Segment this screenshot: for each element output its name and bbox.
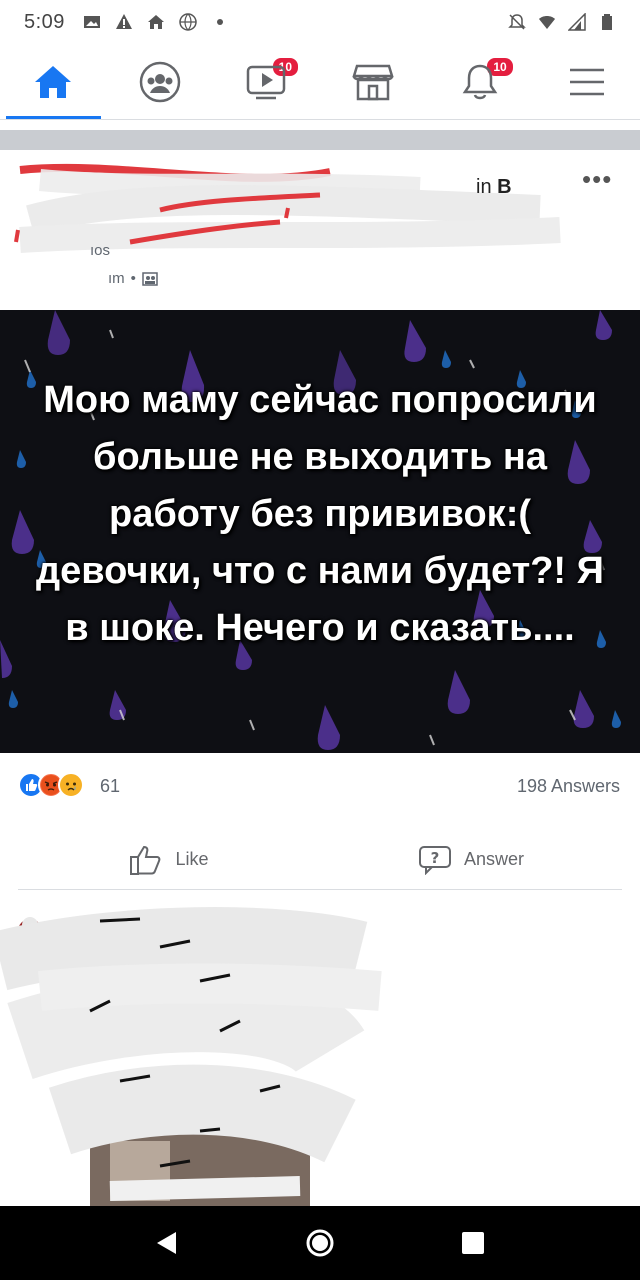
post-meta: ım • (108, 270, 158, 287)
bell-off-icon (508, 14, 526, 30)
question-bubble-icon: ? (418, 845, 451, 875)
redaction-scribble (14, 163, 561, 253)
marketplace-icon (352, 64, 395, 100)
like-button[interactable]: Like (18, 830, 320, 889)
tab-menu[interactable] (533, 44, 640, 119)
status-time: 5:09 (24, 10, 65, 33)
feed-separator (0, 130, 640, 150)
post-actions: Like ? Answer (18, 830, 622, 890)
group-name: B (497, 176, 512, 198)
facebook-nav-bar: 10 10 (0, 44, 640, 120)
tab-watch[interactable]: 10 (213, 44, 515, 119)
home-outline-icon (147, 15, 164, 29)
meta-fragment-top: ıos (90, 242, 111, 259)
like-label: Like (175, 849, 209, 869)
thumbs-up-icon (130, 845, 161, 875)
home-circle-icon (306, 1229, 334, 1257)
watch-icon (246, 65, 285, 99)
back-triangle-icon (156, 1232, 176, 1254)
author-name-suffix: in (476, 176, 498, 198)
author-name[interactable]: in B (476, 176, 512, 199)
bell-icon (462, 64, 498, 99)
reaction-count[interactable]: 61 (100, 776, 120, 797)
globe-icon (179, 13, 197, 31)
back-button[interactable] (137, 1213, 197, 1273)
audience-icon (142, 271, 158, 286)
dot-icon (216, 19, 223, 25)
svg-text:?: ? (431, 849, 440, 867)
post-image[interactable]: Мою маму сейчас попросили больше не выхо… (0, 310, 640, 753)
status-notification-icons (83, 13, 229, 31)
tab-home[interactable] (0, 44, 107, 119)
recents-square-icon (462, 1232, 485, 1254)
signal-icon (568, 13, 586, 31)
tab-notifications[interactable] (427, 44, 534, 119)
reactions-row: 61 198 Answers (0, 768, 640, 808)
redacted-comment (0, 907, 382, 1207)
photo-icon (83, 16, 100, 28)
status-bar: 5:09 (0, 0, 640, 44)
answers-count[interactable]: 198 Answers (517, 776, 620, 797)
tab-groups[interactable]: 10 (107, 44, 301, 119)
recents-button[interactable] (443, 1213, 503, 1273)
tab-marketplace[interactable] (320, 44, 427, 119)
battery-icon (602, 14, 612, 30)
home-button[interactable] (290, 1213, 350, 1273)
status-system-icons (508, 13, 616, 31)
home-icon (35, 65, 72, 98)
reaction-icons[interactable] (18, 772, 84, 798)
warning-icon (115, 14, 132, 29)
answer-button[interactable]: ? Answer (320, 830, 622, 889)
wifi-icon (539, 16, 555, 29)
android-nav-bar (0, 1206, 640, 1280)
post-header: in B ••• ıos ım • (0, 150, 640, 310)
meta-fragment: ım (108, 270, 125, 287)
groups-icon (139, 61, 181, 102)
sad-reaction-icon (58, 772, 84, 798)
hamburger-icon (569, 68, 604, 95)
more-options-icon[interactable]: ••• (582, 164, 612, 195)
post-image-text: Мою маму сейчас попросили больше не выхо… (36, 379, 604, 649)
comment-preview[interactable] (0, 891, 640, 1207)
answer-label: Answer (463, 849, 525, 869)
